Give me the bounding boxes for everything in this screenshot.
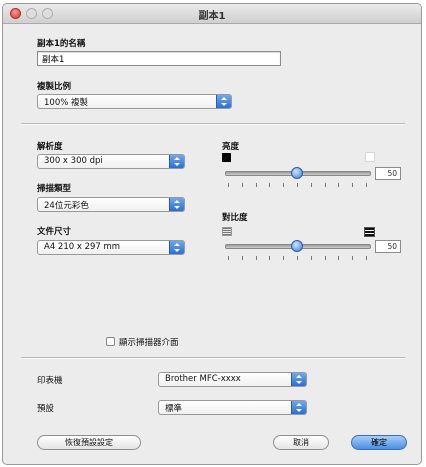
popup-arrows-icon <box>169 198 184 211</box>
popup-arrows-icon <box>169 155 184 168</box>
copy-ratio-label: 複製比例 <box>37 82 72 92</box>
contrast-low-icon <box>222 227 232 236</box>
brightness-label: 亮度 <box>222 142 240 152</box>
slider-tick <box>324 183 326 187</box>
slider-tick <box>228 183 229 187</box>
contrast-high-icon <box>364 227 375 237</box>
window-title: 副本1 <box>198 11 226 22</box>
brightness-dark-icon <box>222 153 231 162</box>
brightness-value-field[interactable]: 50 <box>375 167 401 180</box>
brightness-ticks <box>228 183 368 187</box>
slider-tick <box>297 183 298 187</box>
contrast-label: 對比度 <box>222 213 248 223</box>
separator <box>21 357 405 359</box>
popup-arrows-icon <box>169 241 184 254</box>
slider-tick <box>366 183 367 187</box>
slider-tick <box>269 183 271 187</box>
slider-tick <box>310 256 312 260</box>
restore-defaults-button[interactable]: 恢復預設設定 <box>37 435 141 450</box>
slider-tick <box>366 256 367 260</box>
resolution-popup[interactable]: 300 x 300 dpi <box>37 154 185 169</box>
title-bar: 副本1 <box>3 4 421 24</box>
slider-tick <box>255 183 257 187</box>
brightness-light-icon <box>365 152 375 162</box>
slider-tick <box>283 256 285 260</box>
popup-arrows-icon <box>216 95 231 108</box>
popup-arrows-icon <box>291 373 306 386</box>
document-size-label: 文件尺寸 <box>37 227 72 237</box>
cancel-button[interactable]: 取消 <box>273 435 329 450</box>
popup-arrows-icon <box>291 401 306 414</box>
slider-tick <box>352 256 354 260</box>
scan-type-label: 掃描類型 <box>37 184 72 194</box>
ok-button[interactable]: 確定 <box>351 435 407 450</box>
slider-tick <box>228 256 229 260</box>
copy-ratio-popup[interactable]: 100% 複製 <box>37 94 232 109</box>
scan-type-value: 24位元彩色 <box>44 201 89 211</box>
printer-label: 印表機 <box>37 376 63 386</box>
slider-tick <box>255 256 257 260</box>
document-size-value: A4 210 x 297 mm <box>44 242 121 252</box>
separator <box>21 123 405 125</box>
slider-tick <box>310 183 312 187</box>
preset-value: 標準 <box>165 404 183 414</box>
name-input[interactable]: 副本1 <box>37 51 281 66</box>
slider-tick <box>241 256 243 260</box>
printer-value: Brother MFC-xxxx <box>165 374 241 384</box>
scan-type-popup[interactable]: 24位元彩色 <box>37 197 185 212</box>
brightness-slider-thumb[interactable] <box>291 167 303 179</box>
slider-tick <box>352 183 354 187</box>
preset-popup[interactable]: 標準 <box>158 400 307 415</box>
slider-tick <box>269 256 271 260</box>
resolution-label: 解析度 <box>37 142 63 152</box>
slider-tick <box>297 256 298 260</box>
preset-label: 預設 <box>37 404 55 414</box>
contrast-value-field[interactable]: 50 <box>375 240 401 253</box>
show-scanner-interface-label: 顯示掃描器介面 <box>119 338 179 348</box>
contrast-ticks <box>228 256 368 260</box>
show-scanner-interface-checkbox[interactable] <box>106 337 115 346</box>
slider-tick <box>324 256 326 260</box>
document-size-popup[interactable]: A4 210 x 297 mm <box>37 240 185 255</box>
copy-ratio-value: 100% 複製 <box>44 98 89 108</box>
slider-tick <box>338 256 340 260</box>
slider-tick <box>241 183 243 187</box>
name-label: 副本1的名稱 <box>37 39 86 49</box>
slider-tick <box>338 183 340 187</box>
printer-popup[interactable]: Brother MFC-xxxx <box>158 372 307 387</box>
contrast-slider-thumb[interactable] <box>291 240 303 252</box>
resolution-value: 300 x 300 dpi <box>44 156 103 166</box>
slider-tick <box>283 183 285 187</box>
dialog-window: 副本1 副本1的名稱 副本1 複製比例 100% 複製 解析度 300 x 30… <box>2 3 422 465</box>
